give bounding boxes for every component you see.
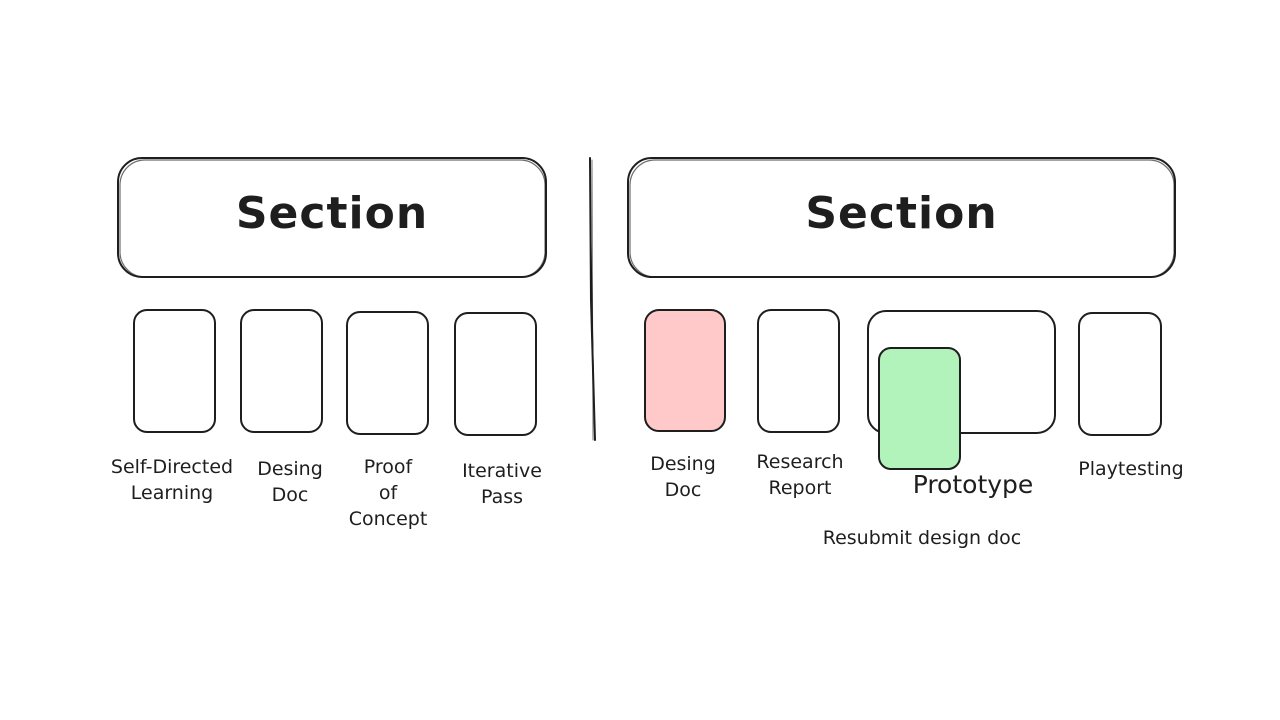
left-card-label-iterative-pass: Iterative Pass xyxy=(447,458,557,510)
label-line: Desing xyxy=(257,458,323,480)
sketch-layer xyxy=(117,157,1176,470)
left-card-iterative-pass[interactable] xyxy=(454,312,537,436)
left-card-label-self-directed-learning: Self-Directed Learning xyxy=(100,454,244,506)
label-line: Iterative xyxy=(462,460,542,482)
label-line: Doc xyxy=(664,479,702,501)
label-line: Proof xyxy=(363,456,413,478)
diagram-canvas: Section Section Self-Directed Learning D… xyxy=(0,0,1280,720)
left-section-title: Section xyxy=(235,188,429,239)
label-line: Self-Directed xyxy=(110,456,234,478)
right-card-playtesting[interactable] xyxy=(1078,312,1162,436)
right-card-prototype-inner[interactable] xyxy=(878,347,961,470)
left-card-self-directed-learning[interactable] xyxy=(133,309,216,433)
right-card-label-research-report: Research Report xyxy=(748,449,852,501)
label-line: Report xyxy=(768,477,832,499)
left-card-label-desing-doc: Desing Doc xyxy=(250,456,330,508)
right-card-desing-doc[interactable] xyxy=(644,309,726,432)
label-line: Doc xyxy=(271,484,309,506)
right-section-title: Section xyxy=(805,188,998,239)
label-line: Concept xyxy=(348,508,428,530)
left-card-desing-doc[interactable] xyxy=(240,309,323,433)
resubmit-note: Resubmit design doc xyxy=(822,527,1022,549)
right-card-label-desing-doc: Desing Doc xyxy=(643,451,723,503)
label-line: Pass xyxy=(480,486,524,508)
label-line: Desing xyxy=(650,453,716,475)
left-card-label-proof-of-concept: Proof of Concept xyxy=(343,454,433,532)
section-divider-sketch xyxy=(591,159,594,441)
right-card-label-prototype: Prototype xyxy=(912,470,1034,499)
label-line: Learning xyxy=(130,482,214,504)
label-line: Research xyxy=(756,451,844,473)
right-card-research-report[interactable] xyxy=(757,309,840,433)
left-card-proof-of-concept[interactable] xyxy=(346,311,429,435)
label-line: of xyxy=(378,482,398,504)
right-card-label-playtesting: Playtesting xyxy=(1078,458,1184,480)
